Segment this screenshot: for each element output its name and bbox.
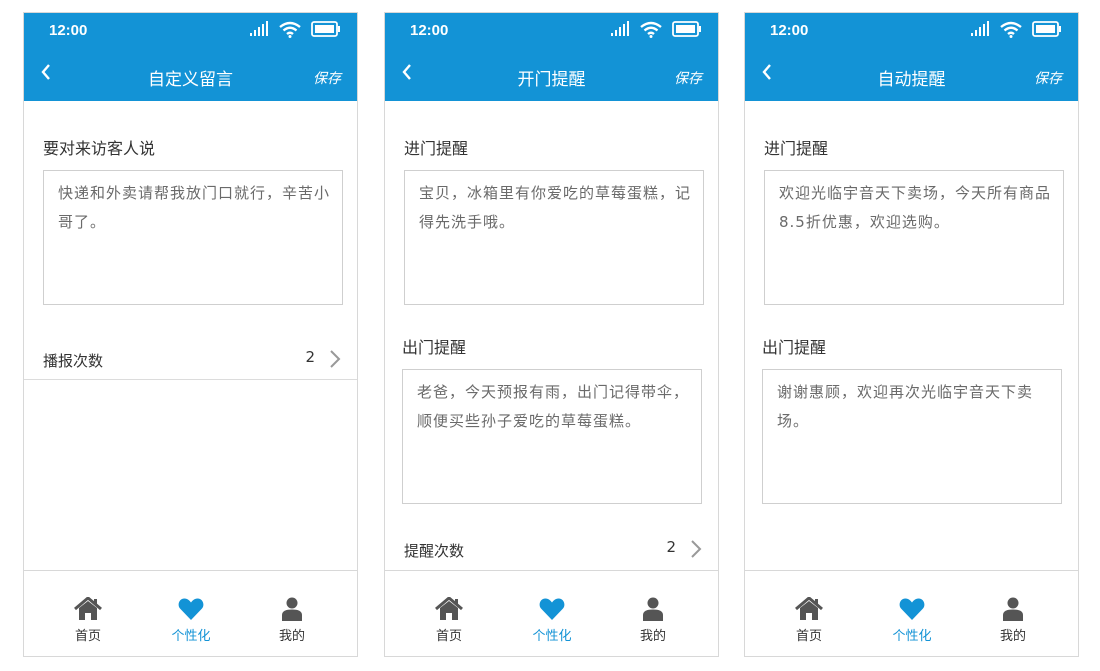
tab-mine[interactable]: 我的 (978, 595, 1048, 644)
tab-mine-label: 我的 (278, 629, 305, 644)
heart-icon (539, 598, 565, 620)
tab-mine-label: 我的 (999, 629, 1026, 644)
home-icon (795, 597, 823, 620)
exit-reminder-textarea[interactable]: 老爸，今天预报有雨，出门记得带伞，顺便买些孙子爱吃的草莓蛋糕。 (402, 369, 702, 504)
divider (24, 379, 357, 380)
enter-reminder-label: 进门提醒 (404, 139, 469, 158)
tab-personalize[interactable]: 个性化 (517, 595, 587, 644)
signal-icon (249, 21, 269, 41)
tab-home[interactable]: 首页 (774, 595, 844, 644)
page-title: 开门提醒 (517, 70, 586, 90)
screen-custom-message: 12:00 自定义留言 保存 要对来访客人说 快递和外卖请帮我放门口就行，辛苦小… (23, 12, 358, 657)
status-icons (610, 21, 702, 41)
header-bar: 12:00 自定义留言 保存 (24, 13, 357, 101)
enter-reminder-textarea[interactable]: 宝贝，冰箱里有你爱吃的草莓蛋糕，记得先洗手哦。 (404, 170, 704, 305)
tab-personalize-label: 个性化 (892, 629, 932, 644)
wifi-icon (1000, 21, 1022, 42)
save-button[interactable]: 保存 (313, 68, 341, 88)
tab-home[interactable]: 首页 (414, 595, 484, 644)
broadcast-count-label: 播报次数 (43, 352, 104, 370)
tab-mine[interactable]: 我的 (618, 595, 688, 644)
heart-icon (899, 598, 925, 620)
tab-home-label: 首页 (435, 629, 462, 644)
battery-icon (311, 21, 341, 41)
person-icon (1003, 597, 1023, 621)
chevron-right-icon (689, 539, 703, 563)
signal-icon (970, 21, 990, 41)
reminder-count-value: 2 (666, 538, 676, 556)
tab-personalize-label: 个性化 (532, 629, 572, 644)
tab-bar: 首页 个性化 我的 (24, 570, 357, 656)
greeting-textarea[interactable]: 快递和外卖请帮我放门口就行，辛苦小哥了。 (43, 170, 343, 305)
home-icon (74, 597, 102, 620)
tab-personalize[interactable]: 个性化 (877, 595, 947, 644)
exit-reminder-textarea[interactable]: 谢谢惠顾，欢迎再次光临宇音天下卖场。 (762, 369, 1062, 504)
enter-reminder-textarea[interactable]: 欢迎光临宇音天下卖场，今天所有商品8.5折优惠，欢迎选购。 (764, 170, 1064, 305)
status-icons (970, 21, 1062, 41)
screen-auto-reminder: 12:00 自动提醒 保存 进门提醒 欢迎光临宇音天下卖场，今天所有商品8.5折… (744, 12, 1079, 657)
tab-bar: 首页 个性化 我的 (385, 570, 718, 656)
person-icon (282, 597, 302, 621)
exit-reminder-label: 出门提醒 (402, 338, 467, 357)
tab-home-label: 首页 (74, 629, 101, 644)
page-title: 自动提醒 (877, 70, 946, 90)
tab-mine-label: 我的 (639, 629, 666, 644)
screen-door-reminder: 12:00 开门提醒 保存 进门提醒 宝贝，冰箱里有你爱吃的草莓蛋糕，记得先洗手… (384, 12, 719, 657)
person-icon (643, 597, 663, 621)
greeting-label: 要对来访客人说 (43, 139, 156, 158)
reminder-count-row[interactable]: 提醒次数 2 (385, 528, 718, 568)
battery-icon (1032, 21, 1062, 41)
home-icon (435, 597, 463, 620)
status-time: 12:00 (770, 22, 809, 39)
save-button[interactable]: 保存 (674, 68, 702, 88)
signal-icon (610, 21, 630, 41)
exit-reminder-label: 出门提醒 (762, 338, 827, 357)
battery-icon (672, 21, 702, 41)
status-time: 12:00 (410, 22, 449, 39)
tab-home-label: 首页 (795, 629, 822, 644)
wifi-icon (279, 21, 301, 42)
save-button[interactable]: 保存 (1034, 68, 1062, 88)
tab-mine[interactable]: 我的 (257, 595, 327, 644)
header-bar: 12:00 自动提醒 保存 (745, 13, 1078, 101)
status-icons (249, 21, 341, 41)
tab-home[interactable]: 首页 (53, 595, 123, 644)
tab-personalize[interactable]: 个性化 (156, 595, 226, 644)
reminder-count-label: 提醒次数 (404, 542, 465, 560)
tab-personalize-label: 个性化 (171, 629, 211, 644)
broadcast-count-row[interactable]: 播报次数 2 (24, 338, 357, 378)
chevron-right-icon (328, 349, 342, 373)
page-title: 自定义留言 (148, 70, 233, 90)
enter-reminder-label: 进门提醒 (764, 139, 829, 158)
heart-icon (178, 598, 204, 620)
wifi-icon (640, 21, 662, 42)
header-bar: 12:00 开门提醒 保存 (385, 13, 718, 101)
tab-bar: 首页 个性化 我的 (745, 570, 1078, 656)
broadcast-count-value: 2 (305, 348, 315, 366)
status-time: 12:00 (49, 22, 88, 39)
